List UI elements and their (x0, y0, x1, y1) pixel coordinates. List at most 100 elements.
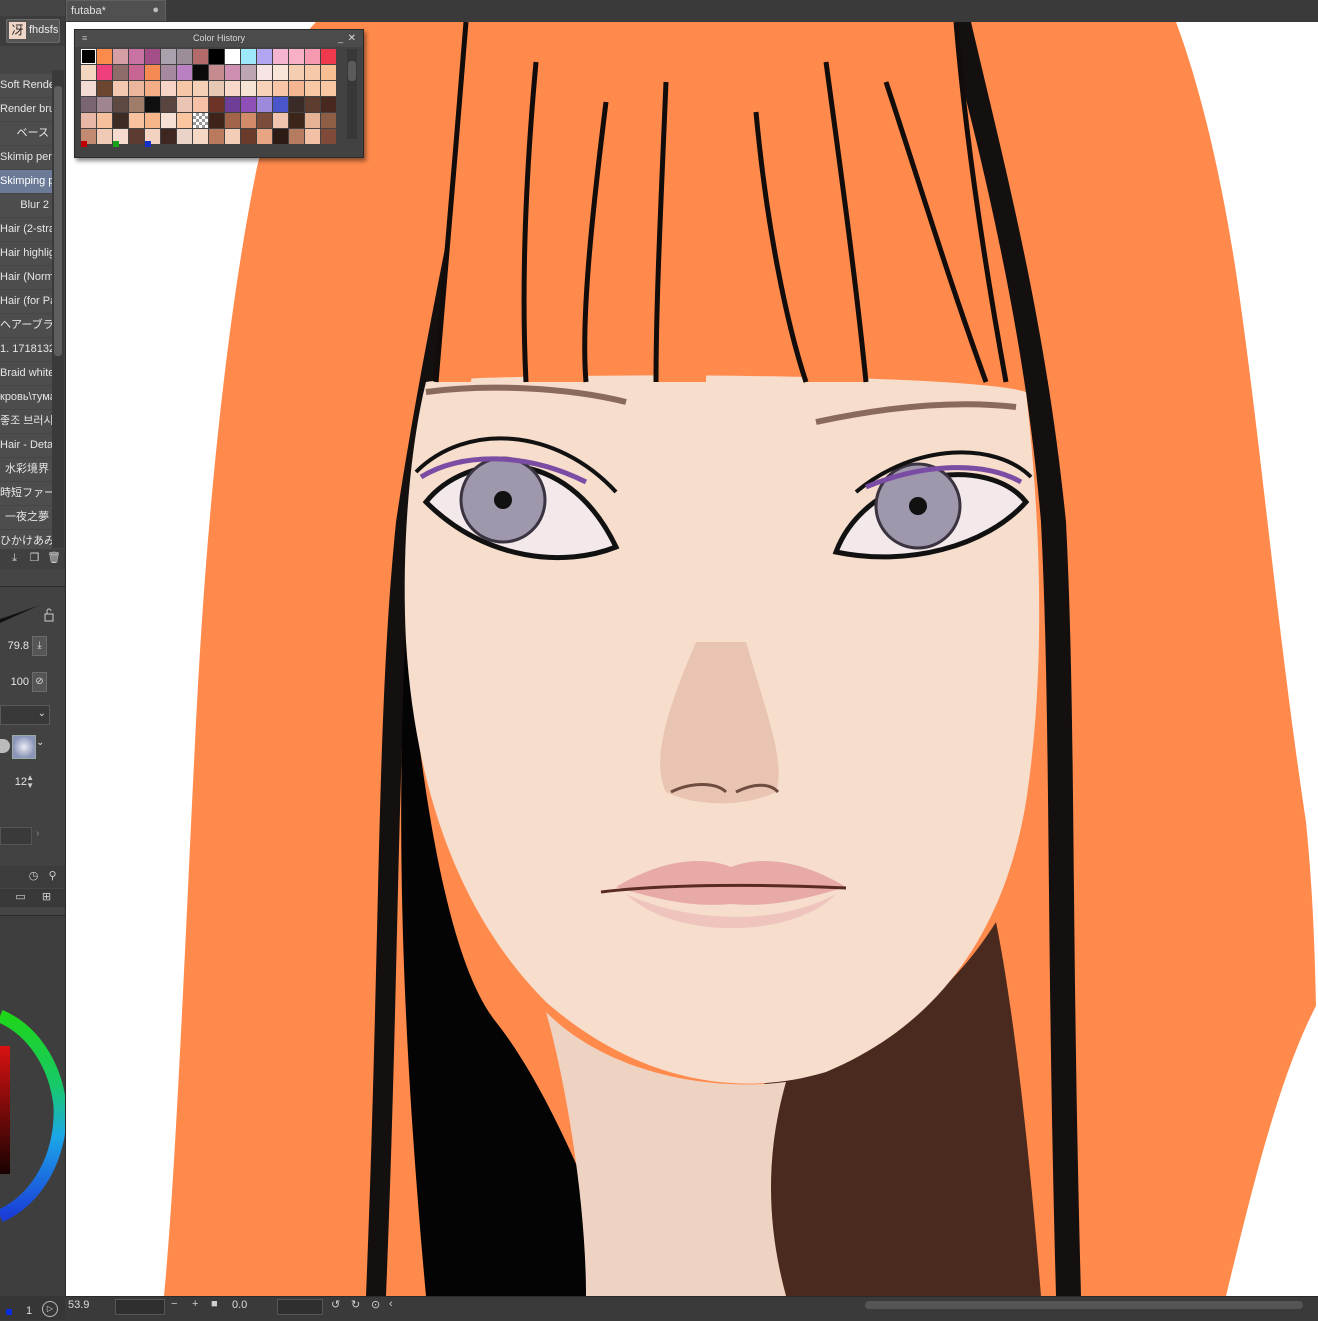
color-swatch[interactable] (241, 113, 256, 128)
brush-item[interactable]: Hair (Normal) (0, 266, 52, 289)
color-swatch[interactable] (273, 113, 288, 128)
color-swatch[interactable] (289, 49, 304, 64)
color-swatch[interactable] (81, 113, 96, 128)
drawing-canvas[interactable] (66, 22, 1318, 1296)
color-swatch[interactable] (241, 49, 256, 64)
color-swatch[interactable] (209, 97, 224, 112)
color-swatch[interactable] (97, 81, 112, 96)
navigator-panel-icon[interactable]: ⊞ (40, 891, 53, 904)
color-swatch[interactable] (273, 97, 288, 112)
brush-item[interactable]: 水彩境界 (0, 458, 52, 481)
color-swatch[interactable] (161, 49, 176, 64)
color-swatch[interactable] (129, 49, 144, 64)
color-swatch[interactable] (321, 65, 336, 80)
color-swatch[interactable] (113, 97, 128, 112)
brush-item[interactable]: Hair (for Pad) (0, 290, 52, 313)
brush-item[interactable]: Hair (2-strand) (0, 218, 52, 241)
brush-item[interactable]: Hair - Detail 3 (0, 434, 52, 457)
color-swatch[interactable] (161, 81, 176, 96)
brush-tip-soft-icon[interactable] (12, 735, 36, 759)
rotation-value[interactable]: 0.0 (232, 1299, 247, 1311)
zoom-out-icon[interactable]: − (171, 1298, 177, 1310)
color-swatch[interactable] (257, 97, 272, 112)
opacity-value[interactable]: 100 (11, 676, 29, 688)
blend-mode-dropdown[interactable]: ⌄ (0, 705, 50, 725)
color-swatch[interactable] (257, 49, 272, 64)
sub-tool-group-tab[interactable]: 冴 fhdsfs (6, 19, 60, 43)
color-swatch[interactable] (145, 65, 160, 80)
color-swatch[interactable] (209, 81, 224, 96)
color-swatch[interactable] (273, 81, 288, 96)
color-swatch[interactable] (177, 65, 192, 80)
color-swatch[interactable] (161, 65, 176, 80)
brush-item[interactable]: Hair highlight 1 (0, 242, 52, 265)
scroll-thumb[interactable] (348, 61, 356, 81)
color-swatch[interactable] (305, 129, 320, 144)
brush-item[interactable]: Blur 2 (0, 194, 52, 217)
color-swatch[interactable] (257, 129, 272, 144)
color-swatch[interactable] (129, 129, 144, 144)
minimize-icon[interactable]: _ (338, 30, 343, 47)
color-swatch[interactable] (113, 49, 128, 64)
color-swatch[interactable] (193, 65, 208, 80)
color-swatch[interactable] (209, 129, 224, 144)
brush-item[interactable]: 時短ファー (0, 482, 52, 505)
color-swatch[interactable] (193, 129, 208, 144)
color-swatch[interactable] (273, 49, 288, 64)
color-swatch[interactable] (225, 97, 240, 112)
tab-futaba[interactable]: futaba* ● (66, 0, 166, 21)
color-swatch[interactable] (145, 81, 160, 96)
brush-tip-round-icon[interactable] (0, 739, 10, 753)
color-swatch[interactable] (273, 129, 288, 144)
color-swatch[interactable] (145, 113, 160, 128)
color-swatch[interactable] (129, 65, 144, 80)
rotation-slider[interactable] (277, 1299, 323, 1315)
reset-rotation-icon[interactable]: ⊙ (371, 1298, 380, 1311)
color-swatch[interactable] (321, 129, 336, 144)
color-history-scrollbar[interactable] (347, 49, 357, 139)
color-swatch[interactable] (257, 81, 272, 96)
color-swatch[interactable] (81, 49, 96, 64)
brush-item[interactable]: Skimip pen 2 (0, 146, 52, 169)
brush-list-scrollbar[interactable] (52, 70, 64, 548)
color-swatch[interactable] (321, 97, 336, 112)
brush-item[interactable]: 좋조 브러시 (0, 410, 52, 433)
color-swatch[interactable] (129, 97, 144, 112)
brush-item[interactable]: ヘアーブラシ大 (0, 314, 52, 337)
chevron-down-icon[interactable]: ⌄ (36, 737, 44, 748)
close-icon[interactable]: ✕ (348, 30, 356, 47)
color-swatch[interactable] (257, 113, 272, 128)
color-swatch[interactable] (193, 113, 208, 128)
wrench-icon[interactable]: ⚲ (46, 870, 59, 883)
zoom-slider[interactable] (115, 1299, 165, 1315)
color-swatch[interactable] (305, 113, 320, 128)
color-swatch[interactable] (273, 65, 288, 80)
rotate-left-icon[interactable]: ↺ (331, 1298, 340, 1311)
chevron-right-icon[interactable]: › (36, 828, 39, 839)
zoom-value[interactable]: 53.9 (68, 1299, 89, 1311)
brush-item[interactable]: кровь\туман (0, 386, 52, 409)
color-swatch[interactable] (225, 65, 240, 80)
count-spinner[interactable]: ▲ ▼ (26, 774, 34, 790)
color-swatch[interactable] (305, 97, 320, 112)
color-swatch[interactable] (321, 81, 336, 96)
color-swatch[interactable] (97, 65, 112, 80)
play-icon[interactable]: ▷ (42, 1301, 58, 1317)
trash-icon[interactable]: 🗑 (47, 552, 61, 565)
color-swatch[interactable] (97, 113, 112, 128)
color-swatch[interactable] (129, 81, 144, 96)
color-swatch[interactable] (321, 49, 336, 64)
color-swatch[interactable] (289, 113, 304, 128)
brush-item[interactable]: ベース (0, 122, 52, 145)
color-swatch[interactable] (289, 81, 304, 96)
brush-item[interactable]: Braid white (0, 362, 52, 385)
tab-close-dot[interactable]: ● (152, 4, 159, 16)
color-swatch[interactable] (305, 49, 320, 64)
copy-icon[interactable]: ❐ (28, 552, 41, 565)
color-swatch[interactable] (305, 81, 320, 96)
rotate-right-icon[interactable]: ↻ (351, 1298, 360, 1311)
brush-size-value[interactable]: 79.8 (8, 640, 29, 652)
horizontal-scrollbar[interactable] (865, 1301, 1303, 1309)
color-swatch[interactable] (97, 49, 112, 64)
color-swatch[interactable] (177, 113, 192, 128)
